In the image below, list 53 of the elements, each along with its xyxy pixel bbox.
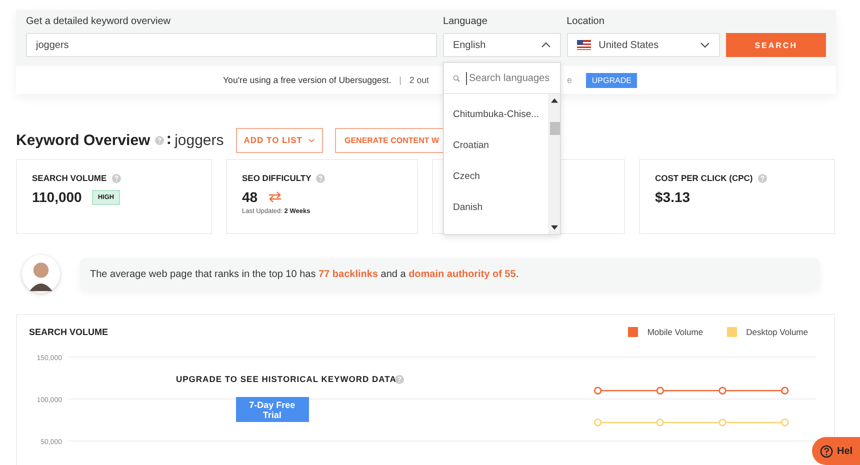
metric-value: 48 [242,189,258,205]
field-label: Location [566,16,606,27]
language-search-input[interactable]: Search languages [466,72,551,84]
notice-text: You're using a free version of Ubersuggest. [223,75,392,85]
help-icon[interactable] [316,174,326,182]
data-point [780,418,789,426]
legend-label: Mobile Volume [647,327,704,337]
data-point [656,418,664,426]
help-icon[interactable] [395,374,404,384]
language-option[interactable]: Czech [444,169,548,200]
field-label: Get a detailed keyword overview [26,16,172,27]
scrollbar[interactable] [548,94,560,234]
help-icon [820,444,833,458]
caret-icon [308,138,316,142]
metric-label: COST PER CLICK (CPC) [655,173,753,183]
keyword-text: joggers [174,132,224,148]
data-point [718,418,726,426]
legend-label: Desktop Volume [746,327,808,337]
scroll-down-arrow-icon[interactable] [551,225,558,230]
search-icon [453,72,460,84]
separator-text: : [166,131,172,149]
data-point [594,386,602,394]
usage-text: e [566,75,572,85]
section-title: Keyword Overview [16,132,150,148]
metric-label: SEARCH VOLUME [32,173,107,183]
metric-value: $3.13 [655,189,690,205]
metric-label: SEO DIFFICULTY [242,173,312,183]
language-select[interactable]: English [442,33,561,57]
help-icon[interactable] [155,136,164,144]
data-point [718,386,726,394]
swap-arrows-icon [268,191,282,203]
scrollbar-thumb[interactable] [550,122,560,135]
metric-value: 110,000 [32,189,82,205]
caret-icon [700,42,710,48]
scroll-up-arrow-icon[interactable] [551,98,558,103]
location-select[interactable]: United States [566,33,720,57]
chart-title: SEARCH VOLUME [29,327,108,337]
data-point [656,386,664,394]
upgrade-prompt-text: UPGRADE TO SEE HISTORICAL KEYWORD DATA [176,374,396,384]
help-button[interactable]: Hel [812,437,860,465]
data-point [594,418,602,426]
keyword-input[interactable]: joggers [26,33,437,57]
help-icon[interactable] [112,174,121,182]
usage-count-text: 2 out [409,75,429,85]
insight-text: The average web page that ranks in the top 10 has 77 backlinks and a domain authority of 55. [90,268,519,280]
data-point [780,386,789,394]
avatar-silhouette-icon [22,255,60,293]
help-icon[interactable] [758,174,767,182]
separator-text: | [399,75,402,85]
flag-icon [576,40,591,50]
caret-icon [540,42,551,48]
field-label: Language [442,16,488,27]
language-option[interactable]: Danish [444,200,548,231]
